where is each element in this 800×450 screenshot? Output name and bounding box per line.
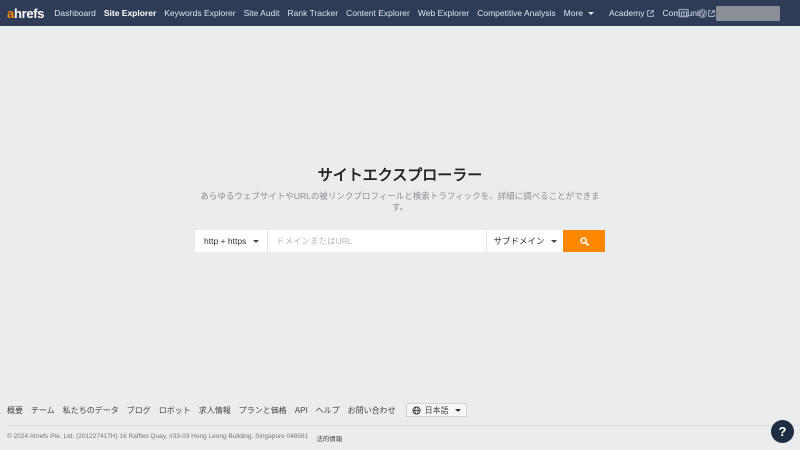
copyright-text: © 2024 Ahrefs Pte. Ltd. (201227417H) 16 …: [7, 433, 309, 440]
top-navigation: a hrefs Dashboard Site Explorer Keywords …: [0, 0, 800, 26]
nav-keywords-explorer[interactable]: Keywords Explorer: [164, 8, 235, 18]
footer-link-jobs[interactable]: 求人情報: [199, 405, 231, 416]
nav-competitive-analysis[interactable]: Competitive Analysis: [477, 8, 555, 18]
footer-link-blog[interactable]: ブログ: [127, 405, 151, 416]
help-icon: ?: [778, 424, 787, 439]
nav-right-tools: [678, 4, 780, 22]
chevron-down-icon: [253, 239, 259, 243]
footer-link-pricing[interactable]: プランと価格: [239, 405, 287, 416]
nav-site-audit[interactable]: Site Audit: [244, 8, 280, 18]
language-value: 日本語: [424, 405, 449, 415]
copyright-row: © 2024 Ahrefs Pte. Ltd. (201227417H) 16 …: [7, 433, 342, 443]
help-button[interactable]: ?: [771, 420, 794, 443]
footer-link-contact[interactable]: お問い合わせ: [348, 405, 396, 416]
footer-link-our-data[interactable]: 私たちのデータ: [63, 405, 119, 416]
nav-site-explorer[interactable]: Site Explorer: [104, 8, 156, 18]
chevron-down-icon: [454, 408, 461, 412]
search-bar: http + https サブドメイン: [195, 230, 605, 252]
footer-link-api[interactable]: API: [295, 406, 308, 415]
user-account-menu[interactable]: [716, 5, 780, 21]
search-icon: [579, 236, 589, 246]
language-select[interactable]: 日本語: [405, 403, 467, 417]
protocol-value: http + https: [204, 236, 247, 246]
nav-more-label: More: [563, 8, 584, 18]
search-button[interactable]: [563, 230, 605, 252]
nav-rank-tracker[interactable]: Rank Tracker: [288, 8, 339, 18]
logo-text: hrefs: [13, 5, 45, 21]
nav-more-dropdown[interactable]: More: [563, 8, 595, 18]
nav-dashboard[interactable]: Dashboard: [54, 8, 96, 18]
globe-icon: [412, 405, 421, 415]
legal-link[interactable]: 法的情報: [316, 433, 342, 443]
footer-divider: [7, 425, 800, 426]
page-description: あらゆるウェブサイトやURLの被リンクプロフィールと検索トラフィックを、詳細に調…: [200, 191, 600, 212]
scope-value: サブドメイン: [493, 236, 545, 246]
footer-link-help[interactable]: ヘルプ: [316, 405, 340, 416]
monitor-icon[interactable]: [678, 8, 689, 19]
chevron-down-icon: [588, 11, 595, 15]
footer-link-robot[interactable]: ロボット: [159, 405, 191, 416]
protocol-select[interactable]: http + https: [195, 230, 268, 252]
logo-letter-a: a: [7, 5, 14, 21]
ahrefs-logo[interactable]: a hrefs: [7, 5, 45, 21]
scope-select[interactable]: サブドメイン: [486, 230, 563, 252]
domain-url-input[interactable]: [268, 230, 486, 252]
status-icon[interactable]: [697, 8, 708, 19]
footer-links: 概要 チーム 私たちのデータ ブログ ロボット 求人情報 プランと価格 API …: [7, 403, 467, 417]
footer-link-about[interactable]: 概要: [7, 405, 23, 416]
nav-academy[interactable]: Academy: [609, 8, 655, 18]
chevron-down-icon: [550, 239, 557, 243]
nav-content-explorer[interactable]: Content Explorer: [346, 8, 410, 18]
footer-link-team[interactable]: チーム: [31, 405, 55, 416]
page-title: サイトエクスプローラー: [317, 167, 483, 184]
nav-web-explorer[interactable]: Web Explorer: [418, 8, 469, 18]
external-link-icon: [647, 9, 655, 17]
nav-academy-label: Academy: [609, 8, 645, 18]
